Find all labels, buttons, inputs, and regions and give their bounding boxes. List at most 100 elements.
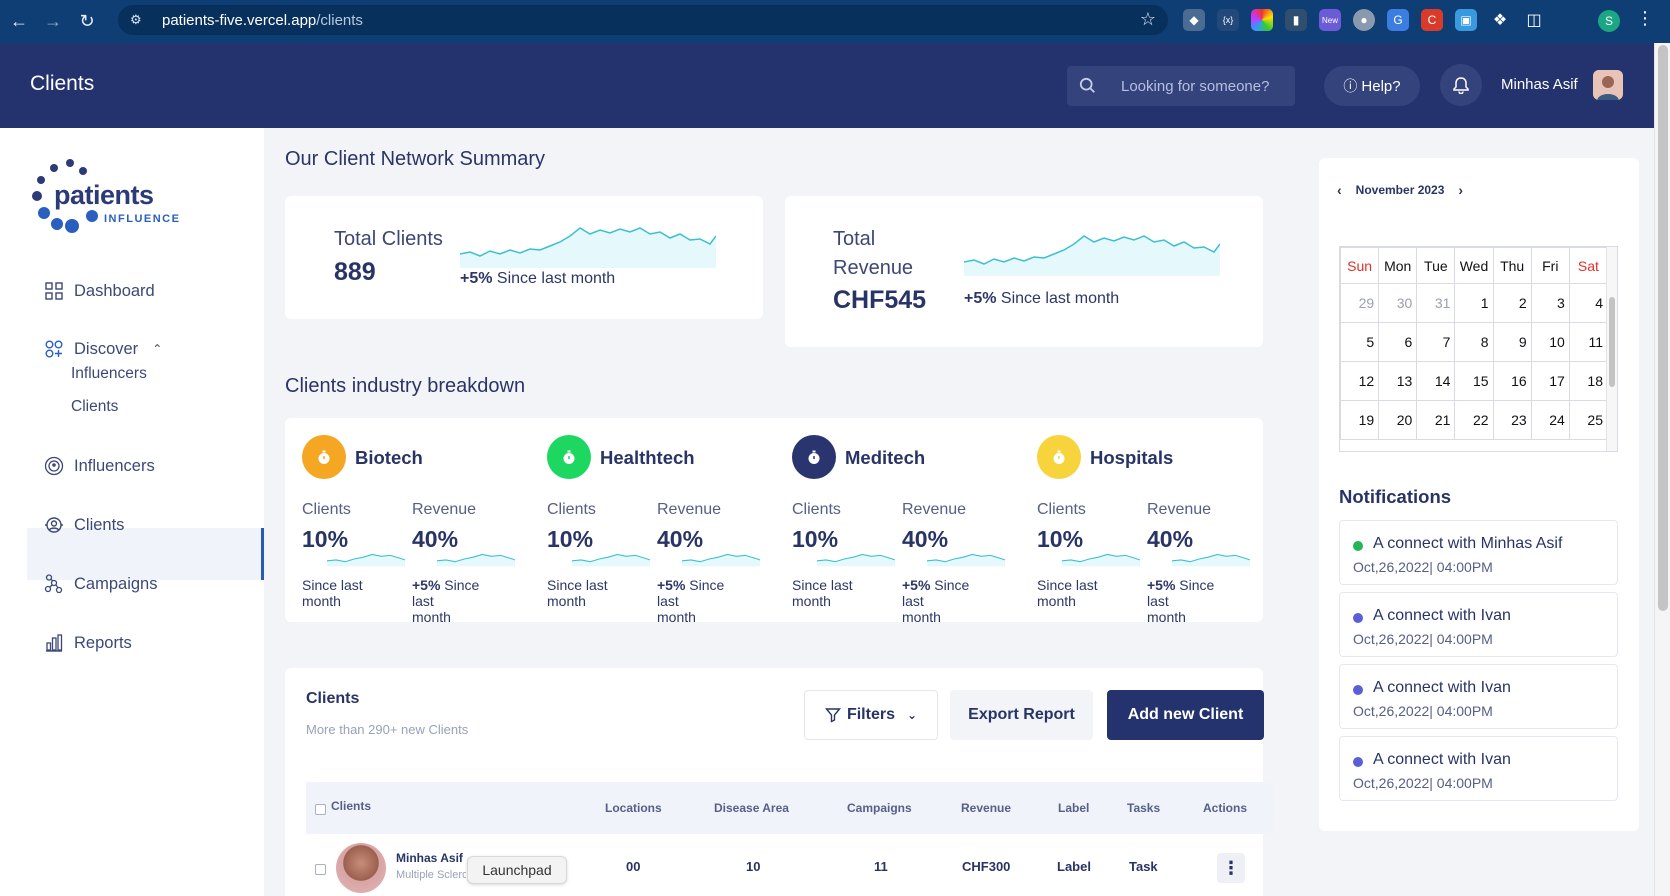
calendar-day[interactable]: 19: [1340, 400, 1380, 440]
reload-icon[interactable]: ↻: [72, 7, 102, 37]
calendar-day[interactable]: 8: [1454, 322, 1494, 362]
chevron-left-icon[interactable]: ‹: [1337, 182, 1342, 198]
column-tasks[interactable]: Tasks: [1127, 801, 1160, 815]
new-extension-icon[interactable]: New: [1319, 9, 1341, 31]
industry-clients-label: Clients: [547, 501, 596, 518]
calendar-day[interactable]: 16: [1492, 361, 1532, 401]
sidebar-subitem-influencers[interactable]: Influencers: [71, 365, 147, 383]
mini-sparkline: [816, 553, 896, 567]
stopwatch-icon: [1037, 435, 1081, 479]
shield-extension-icon[interactable]: ◆: [1183, 9, 1205, 31]
calendar-day[interactable]: 17: [1530, 361, 1570, 401]
disc-extension-icon[interactable]: ●: [1353, 9, 1375, 31]
search-box[interactable]: [1067, 66, 1295, 106]
calendar-day[interactable]: 6: [1378, 322, 1418, 362]
calendar-day[interactable]: 5: [1340, 322, 1380, 362]
profile-avatar[interactable]: S: [1598, 10, 1620, 32]
bookmark-star-icon[interactable]: ☆: [1140, 9, 1156, 30]
client-avatar: [336, 843, 386, 893]
export-report-button[interactable]: Export Report: [950, 690, 1093, 740]
forward-arrow-icon[interactable]: →: [38, 7, 68, 37]
help-button[interactable]: ⓘ Help?: [1324, 66, 1420, 106]
chart-extension-icon[interactable]: ▮: [1285, 9, 1307, 31]
code-extension-icon[interactable]: {x}: [1217, 9, 1239, 31]
calendar-day[interactable]: 10: [1530, 322, 1570, 362]
calendar-day[interactable]: 2: [1492, 283, 1532, 323]
column-campaigns[interactable]: Campaigns: [847, 801, 912, 815]
calendar-day[interactable]: 15: [1454, 361, 1494, 401]
filters-label: Filters: [846, 706, 895, 723]
notification-item[interactable]: A connect with Minhas Asif Oct,26,2022| 0…: [1339, 520, 1618, 585]
calendar-day[interactable]: 21: [1416, 400, 1456, 440]
select-all-checkbox[interactable]: [315, 804, 326, 815]
screen-extension-icon[interactable]: ▣: [1455, 9, 1477, 31]
color-extension-icon[interactable]: [1251, 9, 1273, 31]
row-actions-button[interactable]: ⋮: [1217, 853, 1245, 883]
chevron-up-icon[interactable]: ⌃: [152, 342, 162, 356]
translate-extension-icon[interactable]: G: [1387, 9, 1409, 31]
calendar-day[interactable]: 11: [1568, 322, 1609, 362]
calendar-day[interactable]: 18: [1568, 361, 1609, 401]
status-dot: [1353, 541, 1363, 551]
calendar-day[interactable]: 30: [1378, 283, 1418, 323]
address-bar[interactable]: ⚙ patients-five.vercel.app/clients ☆: [118, 5, 1168, 35]
sidebar-item-dashboard[interactable]: Dashboard: [44, 281, 155, 301]
sidebar-item-reports[interactable]: Reports: [44, 633, 132, 653]
c-extension-icon[interactable]: C: [1421, 9, 1443, 31]
calendar-day[interactable]: 31: [1416, 283, 1456, 323]
column-label[interactable]: Label: [1058, 801, 1089, 815]
calendar-day[interactable]: 9: [1492, 322, 1532, 362]
notification-item[interactable]: A connect with Ivan Oct,26,2022| 04:00PM: [1339, 592, 1618, 657]
status-dot: [1353, 613, 1363, 623]
column-disease-area[interactable]: Disease Area: [714, 801, 789, 815]
browser-menu-icon[interactable]: ⋮: [1636, 8, 1654, 29]
calendar-day[interactable]: 25: [1568, 400, 1609, 440]
sidebar-item-campaigns[interactable]: Campaigns: [44, 574, 157, 594]
chevron-right-icon[interactable]: ›: [1458, 182, 1463, 198]
calendar-day[interactable]: 29: [1340, 283, 1380, 323]
notifications-button[interactable]: [1440, 64, 1482, 106]
sidepanel-icon[interactable]: ◫: [1523, 9, 1545, 31]
add-new-client-button[interactable]: Add new Client: [1107, 690, 1264, 740]
row-checkbox[interactable]: [315, 864, 326, 875]
sidebar-subitem-clients[interactable]: Clients: [71, 398, 118, 416]
patients-influence-logo[interactable]: patients INFLUENCE: [32, 158, 192, 238]
calendar-day[interactable]: 20: [1378, 400, 1418, 440]
sidebar-item-discover[interactable]: Discover ⌃: [44, 339, 162, 359]
calendar-day[interactable]: 23: [1492, 400, 1532, 440]
calendar-day[interactable]: 1: [1454, 283, 1494, 323]
industry-clients-label: Clients: [302, 501, 351, 518]
site-settings-icon[interactable]: ⚙: [130, 12, 150, 28]
notification-item[interactable]: A connect with Ivan Oct,26,2022| 04:00PM: [1339, 736, 1618, 801]
reports-icon: [44, 633, 64, 653]
user-avatar[interactable]: [1593, 70, 1623, 100]
column-locations[interactable]: Locations: [605, 801, 662, 815]
calendar-day[interactable]: 7: [1416, 322, 1456, 362]
user-name[interactable]: Minhas Asif: [1501, 76, 1578, 93]
client-name[interactable]: Minhas Asif: [396, 851, 463, 865]
filters-button[interactable]: Filters ⌄: [804, 690, 938, 740]
column-revenue[interactable]: Revenue: [961, 801, 1011, 815]
column-clients[interactable]: Clients: [331, 799, 371, 813]
search-input[interactable]: [1121, 77, 1281, 95]
calendar-scrollbar[interactable]: [1606, 247, 1617, 451]
column-actions[interactable]: Actions: [1203, 801, 1247, 815]
calendar-day[interactable]: 14: [1416, 361, 1456, 401]
page-scrollbar[interactable]: [1654, 43, 1670, 896]
sidebar-item-clients[interactable]: Clients: [44, 515, 124, 535]
clients-icon: [44, 515, 64, 535]
calendar-day[interactable]: 3: [1530, 283, 1570, 323]
sidebar-item-influencers[interactable]: Influencers: [44, 456, 155, 476]
calendar-day[interactable]: 24: [1530, 400, 1570, 440]
back-arrow-icon[interactable]: ←: [4, 7, 34, 37]
industry-revenue-since: +5% Since last month: [657, 577, 725, 625]
calendar-day[interactable]: 22: [1454, 400, 1494, 440]
calendar-day[interactable]: 12: [1340, 361, 1380, 401]
calendar-day[interactable]: 4: [1568, 283, 1609, 323]
calendar-day[interactable]: 13: [1378, 361, 1418, 401]
cell-label: Label: [1057, 859, 1091, 874]
mini-sparkline: [436, 553, 516, 567]
notification-item[interactable]: A connect with Ivan Oct,26,2022| 04:00PM: [1339, 664, 1618, 729]
status-dot: [1353, 685, 1363, 695]
puzzle-extension-icon[interactable]: ❖: [1489, 9, 1511, 31]
